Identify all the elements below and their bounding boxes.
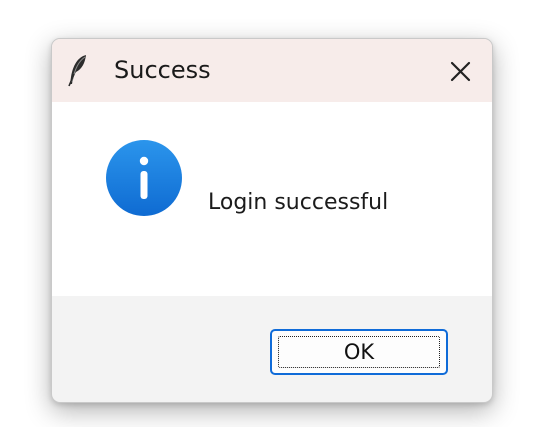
close-icon[interactable] [440,52,480,90]
ok-label: OK [343,340,375,364]
success-dialog: Success Login successful OK [51,38,493,403]
window-title: Success [114,56,211,84]
ok-button[interactable]: OK [270,329,448,375]
dialog-message: Login successful [208,190,389,215]
info-icon [106,140,182,216]
feather-icon [68,55,86,87]
title-bar[interactable]: Success [52,39,492,102]
